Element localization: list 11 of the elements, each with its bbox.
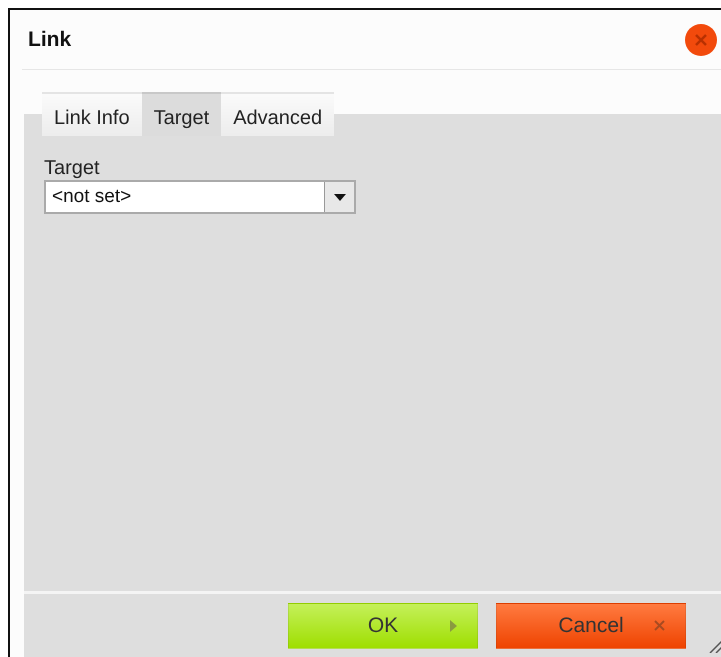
- cancel-button[interactable]: Cancel: [496, 602, 686, 648]
- close-icon[interactable]: [684, 22, 718, 56]
- play-arrow-icon: [450, 620, 457, 632]
- close-icon: [654, 620, 665, 631]
- ok-button[interactable]: OK: [288, 602, 478, 648]
- dropdown-arrow-icon: [334, 194, 346, 200]
- tab[interactable]: Advanced: [221, 92, 334, 136]
- target-dropdown[interactable]: <not set>: [44, 180, 356, 214]
- tab[interactable]: Link Info: [42, 92, 142, 136]
- dialog-title: Link: [28, 26, 72, 52]
- field-label: Target: [44, 156, 101, 180]
